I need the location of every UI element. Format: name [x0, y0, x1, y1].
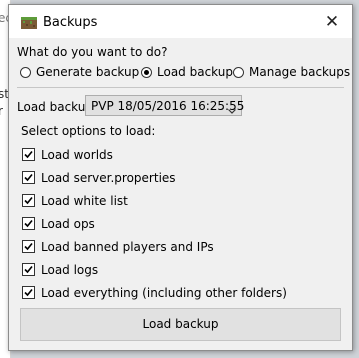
option-load-server-properties[interactable]: Load server.properties: [22, 170, 176, 186]
option-load-everything[interactable]: Load everything (including other folders…: [22, 285, 287, 301]
option-label: Load banned players and IPs: [41, 240, 214, 254]
checkbox-checked[interactable]: [22, 217, 35, 230]
option-load-logs[interactable]: Load logs: [22, 262, 98, 278]
option-label: Load white list: [41, 194, 128, 208]
background-text: r: [0, 104, 3, 118]
option-label: Load server.properties: [41, 171, 176, 185]
radio-manage-backups[interactable]: Manage backups: [233, 64, 350, 80]
dialog-title: Backups: [43, 15, 98, 30]
option-load-worlds[interactable]: Load worlds: [22, 147, 113, 163]
checkbox-checked[interactable]: [22, 240, 35, 253]
checkbox-checked[interactable]: [22, 194, 35, 207]
option-label: Load everything (including other folders…: [41, 286, 287, 300]
checkmark-icon: [24, 196, 33, 205]
close-icon: ✕: [324, 12, 340, 32]
option-load-ops[interactable]: Load ops: [22, 216, 95, 232]
radio-button[interactable]: [20, 67, 31, 78]
checkmark-icon: [24, 219, 33, 228]
title-bar: Backups ✕: [9, 5, 352, 38]
radio-button[interactable]: [233, 67, 244, 78]
action-radio-group: Generate backup Load backup Manage backu…: [17, 64, 350, 82]
checkmark-icon: [24, 173, 33, 182]
close-button[interactable]: ✕: [318, 11, 346, 33]
radio-label: Generate backup: [36, 65, 140, 79]
checkmark-icon: [24, 288, 33, 297]
option-load-banned-players[interactable]: Load banned players and IPs: [22, 239, 214, 255]
checkbox-checked[interactable]: [22, 263, 35, 276]
checkbox-checked[interactable]: [22, 171, 35, 184]
option-label: Load logs: [41, 263, 99, 277]
checkbox-checked[interactable]: [22, 148, 35, 161]
backups-dialog: Backups ✕ What do you want to do? Genera…: [8, 4, 353, 351]
radio-button-selected[interactable]: [141, 67, 152, 78]
backup-select-value: PVP 18/05/2016 16:25:55: [91, 99, 245, 113]
radio-load-backup[interactable]: Load backup: [141, 64, 233, 80]
separator: [17, 87, 344, 88]
radio-label: Manage backups: [249, 65, 351, 79]
option-load-white-list[interactable]: Load white list: [22, 193, 128, 209]
load-backup-button[interactable]: Load backup: [20, 308, 341, 341]
radio-generate-backup[interactable]: Generate backup: [20, 64, 139, 80]
option-label: Load ops: [41, 217, 95, 231]
checkmark-icon: [24, 265, 33, 274]
backup-select[interactable]: PVP 18/05/2016 16:25:55: [85, 95, 245, 116]
checkmark-icon: [24, 242, 33, 251]
option-label: Load worlds: [41, 148, 113, 162]
radio-label: Load backup: [157, 65, 233, 79]
options-heading: Select options to load:: [21, 124, 156, 138]
load-backup-label: Load backup: [17, 100, 93, 114]
chevron-down-icon: [228, 103, 236, 114]
action-prompt: What do you want to do?: [17, 45, 168, 59]
minecraft-grass-block-icon: [21, 17, 37, 29]
checkbox-checked[interactable]: [22, 286, 35, 299]
checkmark-icon: [24, 150, 33, 159]
